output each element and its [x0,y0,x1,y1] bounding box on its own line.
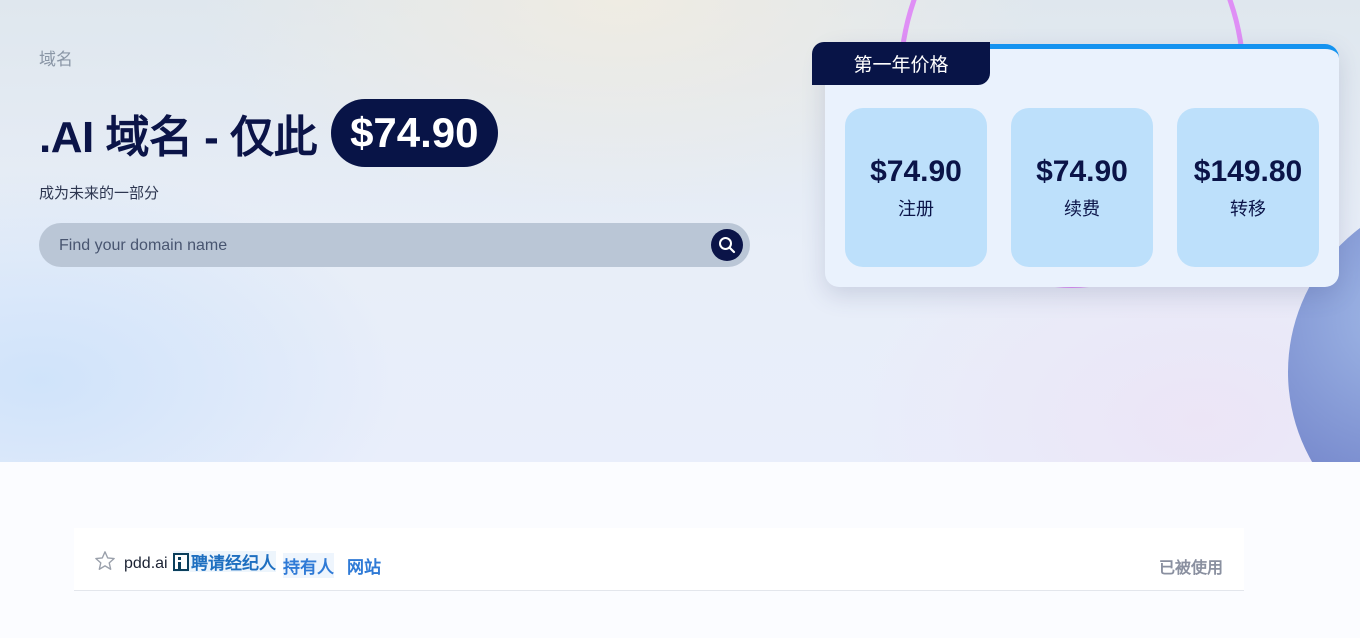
price-tile-transfer: $149.80 转移 [1177,108,1319,267]
owner-link[interactable]: 持有人 [283,553,334,578]
breadcrumb[interactable]: 域名 [39,45,73,70]
broker-icon [173,552,189,571]
domain-search-input[interactable] [57,223,701,269]
price-card-tab: 第一年价格 [812,42,990,85]
domain-result-row: pdd.ai 聘请经纪人 持有人 网站 已被使用 [74,528,1244,591]
page-subtitle: 成为未来的一部分 [39,185,160,202]
hire-broker-link[interactable]: 聘请经纪人 [173,551,276,573]
tile-price: $74.90 [1036,154,1128,188]
domain-name: pdd.ai [124,555,168,572]
search-icon [719,237,736,254]
hero-section: 域名 .AI 域名 - 仅此 $74.90 成为未来的一部分 第一年价格 $74… [0,0,1360,462]
tile-label: 续费 [1064,198,1100,219]
broker-label: 聘请经纪人 [191,554,276,573]
page-title: .AI 域名 - 仅此 $74.90 [39,98,498,168]
headline-price-badge: $74.90 [331,99,498,167]
tile-label: 转移 [1230,198,1266,219]
search-button[interactable] [711,229,743,261]
tile-label: 注册 [898,198,934,219]
price-tile-register: $74.90 注册 [845,108,987,267]
domain-search-bar [39,223,750,269]
price-tile-renew: $74.90 续费 [1011,108,1153,267]
headline-text: .AI 域名 - 仅此 [39,113,318,162]
tile-price: $149.80 [1193,154,1303,188]
status-label: 已被使用 [1158,560,1223,577]
tile-price: $74.90 [870,154,962,188]
website-link[interactable]: 网站 [347,553,381,578]
star-icon[interactable] [94,550,116,572]
